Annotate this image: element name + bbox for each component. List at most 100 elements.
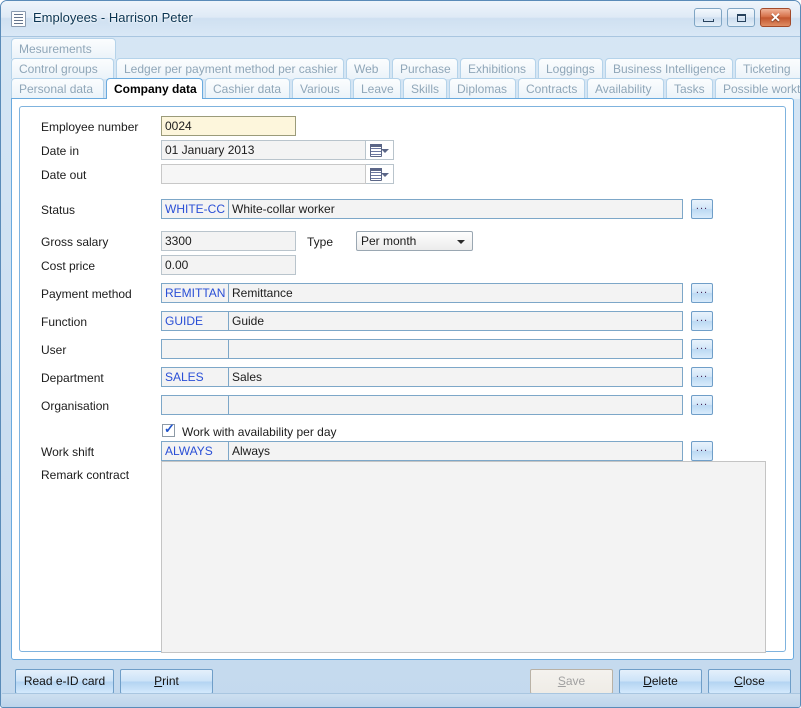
tab-company-data[interactable]: Company data [106, 78, 203, 99]
date-in-calendar-button[interactable] [366, 140, 394, 160]
gross-salary-input[interactable]: 3300 [161, 231, 296, 251]
status-code-input[interactable]: WHITE-CC [161, 199, 228, 219]
work-shift-code-input[interactable]: ALWAYS [161, 441, 228, 461]
document-icon [11, 11, 26, 27]
status-browse-button[interactable]: ... [691, 199, 713, 219]
function-code-input[interactable]: GUIDE [161, 311, 228, 331]
chevron-down-icon [381, 173, 389, 177]
date-out-label: Date out [41, 168, 86, 182]
save-accel: S [558, 674, 566, 688]
print-rest: rint [162, 674, 179, 688]
tab-tasks[interactable]: Tasks [666, 78, 713, 99]
gross-salary-label: Gross salary [41, 235, 108, 249]
department-browse-button[interactable]: ... [691, 367, 713, 387]
tab-availability[interactable]: Availability [587, 78, 664, 99]
save-label: Save [558, 674, 585, 688]
minimize-button[interactable] [694, 8, 722, 27]
function-browse-button[interactable]: ... [691, 311, 713, 331]
tab-control-groups[interactable]: Control groups [11, 58, 114, 79]
organisation-description-input[interactable] [228, 395, 683, 415]
user-label: User [41, 343, 66, 357]
work-with-availability-label: Work with availability per day [182, 425, 337, 439]
tab-skills[interactable]: Skills [403, 78, 447, 99]
tab-exhibitions[interactable]: Exhibitions [460, 58, 536, 79]
tab-personal-data[interactable]: Personal data [11, 78, 104, 99]
save-button[interactable]: Save [530, 669, 613, 694]
employee-number-label: Employee number [41, 120, 138, 134]
tab-ticketing[interactable]: Ticketing [735, 58, 801, 79]
tab-purchase[interactable]: Purchase [392, 58, 458, 79]
print-label: Print [154, 674, 179, 688]
date-in-input[interactable]: 01 January 2013 [161, 140, 366, 160]
department-label: Department [41, 371, 104, 385]
user-browse-button[interactable]: ... [691, 339, 713, 359]
employee-number-input[interactable]: 0024 [161, 116, 296, 136]
chevron-down-icon [381, 149, 389, 153]
tab-mesurements[interactable]: Mesurements [11, 38, 116, 59]
user-description-input[interactable] [228, 339, 683, 359]
status-description-input[interactable]: White-collar worker [228, 199, 683, 219]
organisation-label: Organisation [41, 399, 109, 413]
function-label: Function [41, 315, 87, 329]
close-icon: ✕ [761, 9, 790, 26]
department-code-input[interactable]: SALES [161, 367, 228, 387]
status-label: Status [41, 203, 75, 217]
tab-strip: Mesurements Control groupsLedger per pay… [11, 38, 794, 99]
close-rest: lose [743, 674, 765, 688]
close-window-button[interactable]: ✕ [760, 8, 791, 27]
delete-accel: D [643, 674, 652, 688]
payment-method-description-input[interactable]: Remittance [228, 283, 683, 303]
work-with-availability-checkbox[interactable]: ✓ [162, 424, 175, 437]
close-button[interactable]: Close [708, 669, 791, 694]
tab-row-3: Personal dataCompany dataCashier dataVar… [11, 78, 801, 99]
close-label: Close [734, 674, 765, 688]
tab-loggings[interactable]: Loggings [538, 58, 603, 79]
remark-contract-label: Remark contract [41, 468, 129, 482]
tab-cashier-data[interactable]: Cashier data [205, 78, 290, 99]
organisation-browse-button[interactable]: ... [691, 395, 713, 415]
function-description-input[interactable]: Guide [228, 311, 683, 331]
company-data-panel: Employee number 0024 Date in 01 January … [11, 98, 794, 660]
date-out-input[interactable] [161, 164, 366, 184]
tab-leave[interactable]: Leave [353, 78, 401, 99]
delete-button[interactable]: Delete [619, 669, 702, 694]
status-bar [2, 693, 801, 708]
user-code-input[interactable] [161, 339, 228, 359]
payment-method-code-input[interactable]: REMITTAN [161, 283, 228, 303]
date-in-label: Date in [41, 144, 79, 158]
tab-business-intelligence[interactable]: Business Intelligence [605, 58, 733, 79]
maximize-button[interactable] [727, 8, 755, 27]
organisation-code-input[interactable] [161, 395, 228, 415]
tab-contracts[interactable]: Contracts [518, 78, 585, 99]
date-out-calendar-button[interactable] [366, 164, 394, 184]
tab-diplomas[interactable]: Diplomas [449, 78, 516, 99]
work-shift-label: Work shift [41, 445, 94, 459]
tab-ledger-per-payment-method-per-cashier[interactable]: Ledger per payment method per cashier [116, 58, 344, 79]
tab-possible-worktypes[interactable]: Possible worktypes [715, 78, 801, 99]
department-description-input[interactable]: Sales [228, 367, 683, 387]
payment-method-label: Payment method [41, 287, 132, 301]
payment-method-browse-button[interactable]: ... [691, 283, 713, 303]
tab-row-2: Control groupsLedger per payment method … [11, 58, 801, 79]
cost-price-input[interactable]: 0.00 [161, 255, 296, 275]
delete-label: Delete [643, 674, 678, 688]
tab-web[interactable]: Web [346, 58, 390, 79]
save-rest: ave [566, 674, 585, 688]
tab-various[interactable]: Various [292, 78, 351, 99]
print-button[interactable]: Print [120, 669, 213, 694]
read-eid-card-button[interactable]: Read e-ID card [15, 669, 114, 694]
remark-contract-textarea[interactable] [161, 461, 766, 653]
chevron-down-icon [457, 240, 465, 244]
type-label: Type [307, 235, 333, 249]
type-select-value: Per month [361, 234, 416, 248]
read-eid-card-label: Read e-ID card [24, 674, 105, 688]
type-select[interactable]: Per month [356, 231, 473, 251]
form-container: Employee number 0024 Date in 01 January … [19, 106, 786, 652]
work-shift-browse-button[interactable]: ... [691, 441, 713, 461]
delete-rest: elete [652, 674, 678, 688]
work-shift-description-input[interactable]: Always [228, 441, 683, 461]
window-title: Employees - Harrison Peter [33, 10, 193, 25]
cost-price-label: Cost price [41, 259, 95, 273]
tab-row-1: Mesurements [11, 38, 118, 59]
print-accel: P [154, 674, 162, 688]
